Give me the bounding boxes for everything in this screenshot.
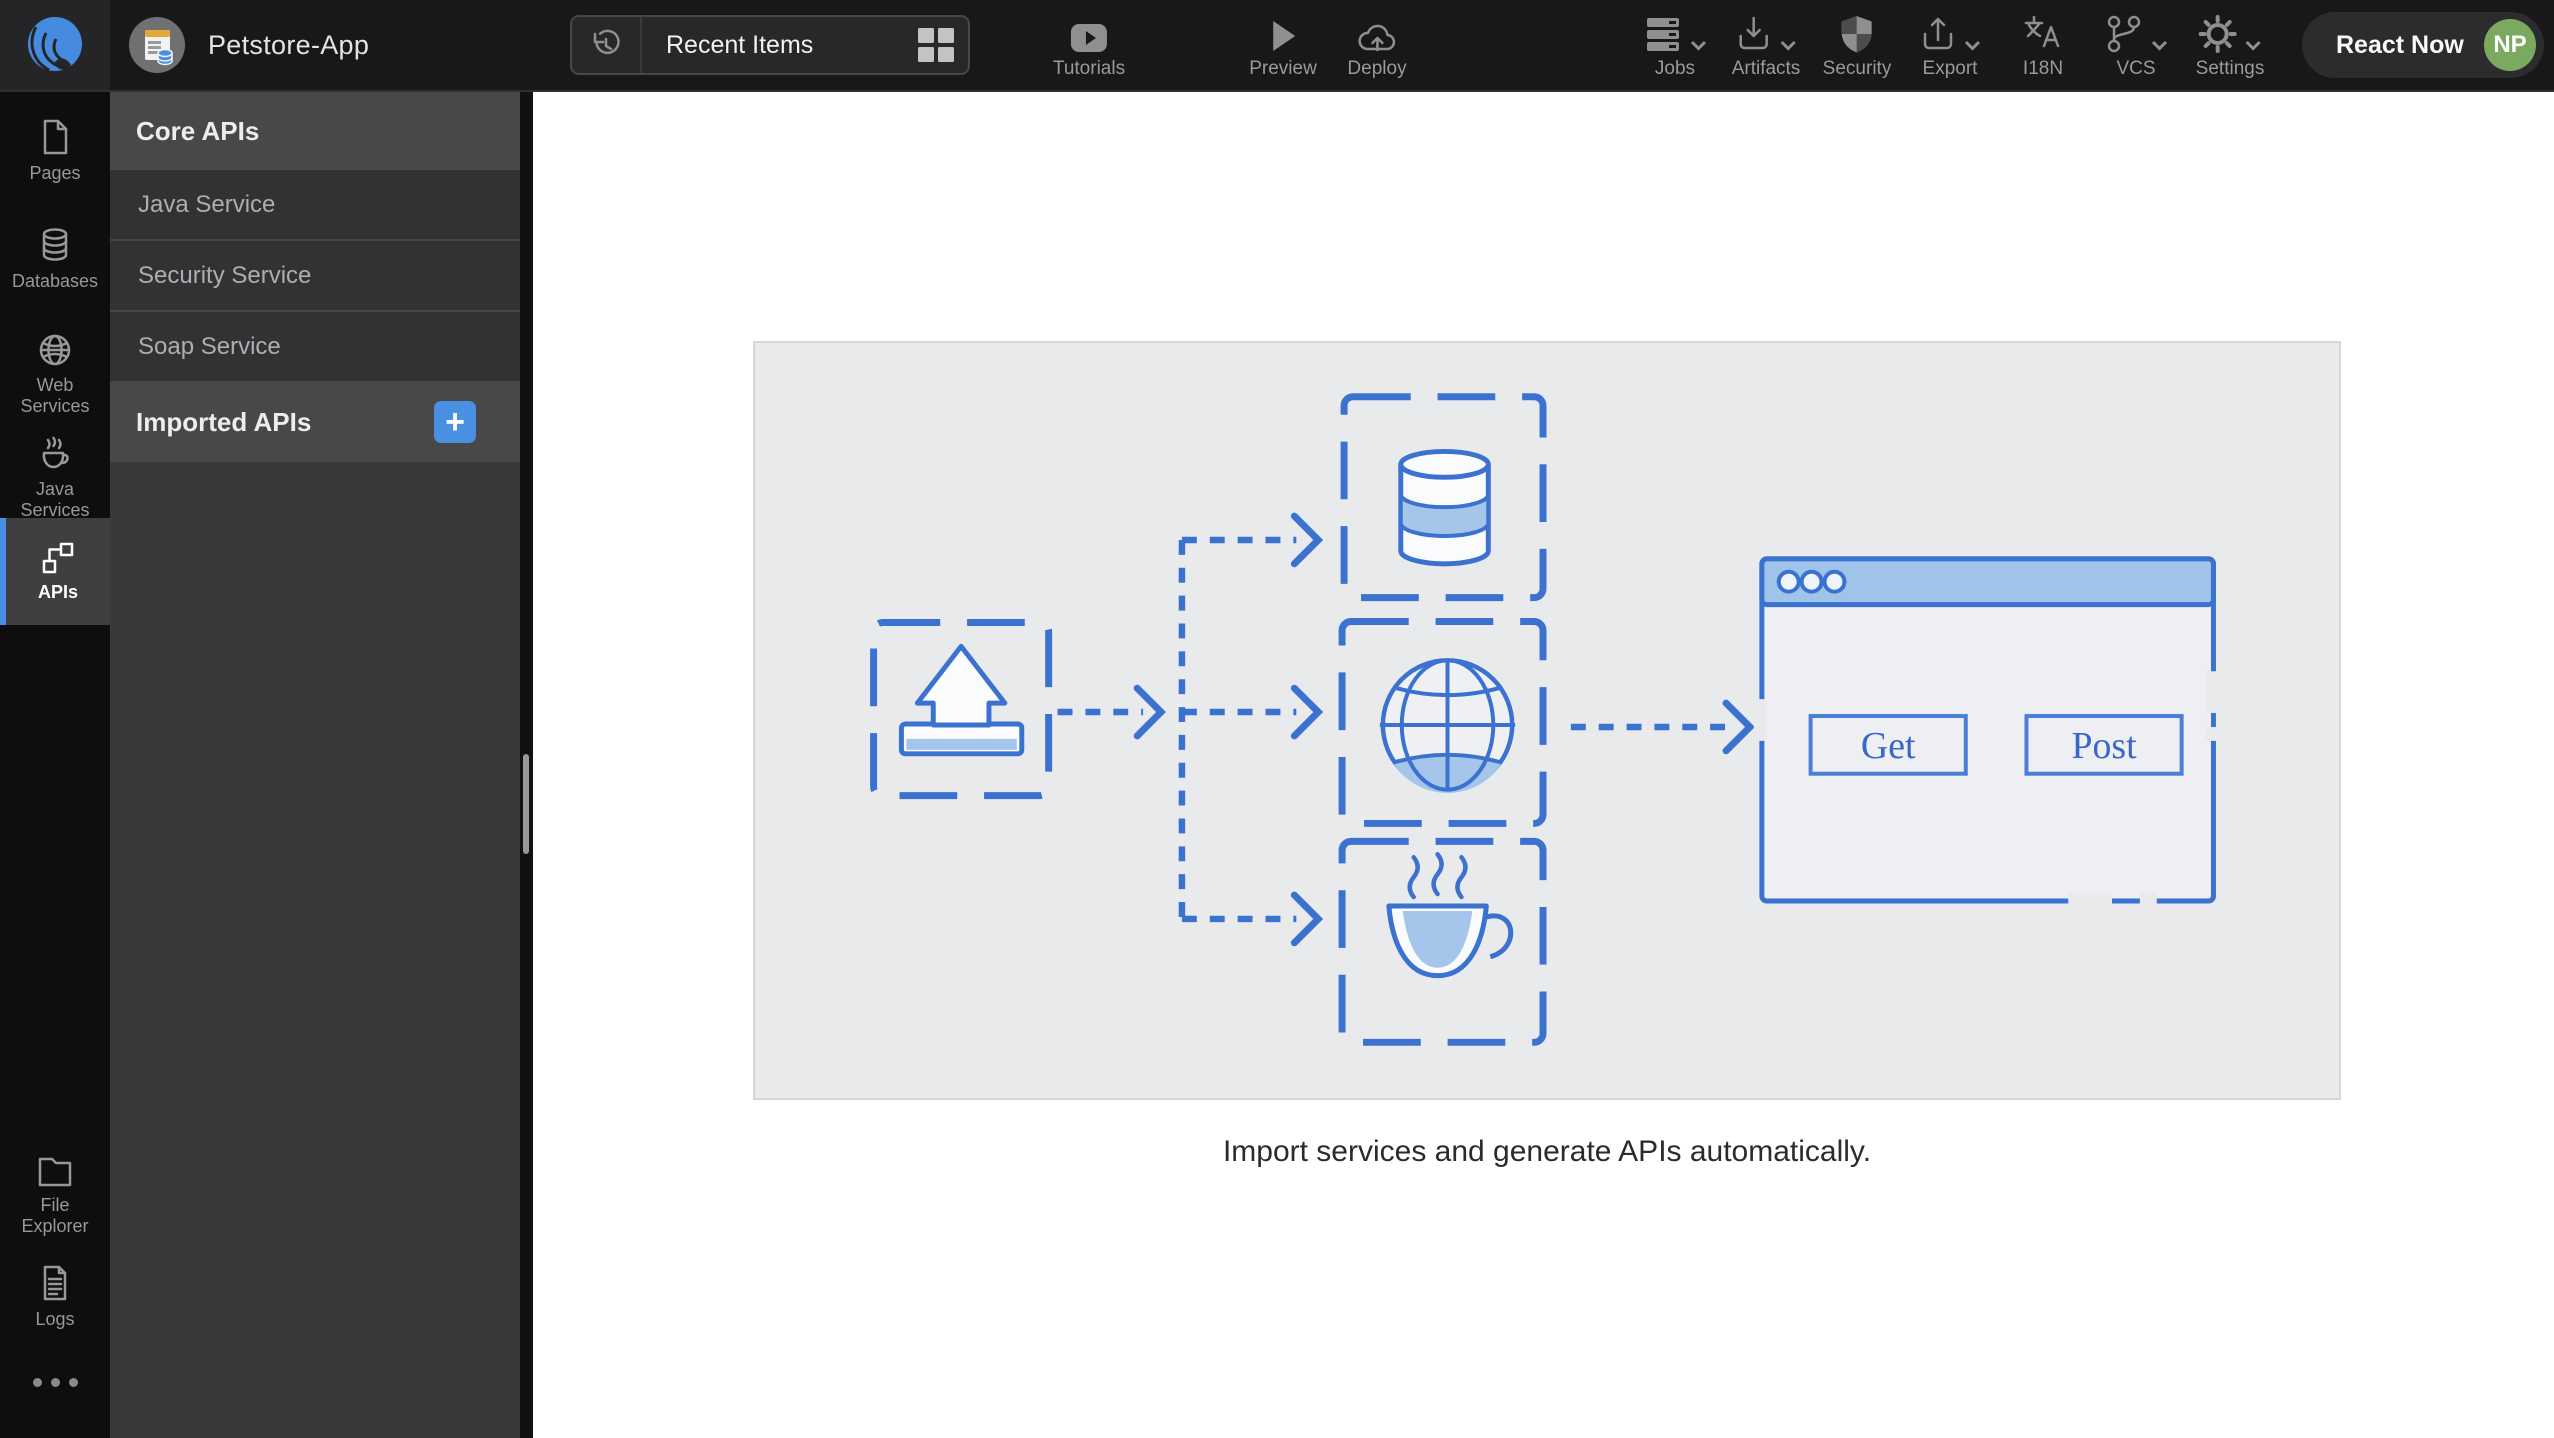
history-icon [572, 17, 642, 73]
add-imported-api-button[interactable]: + [434, 401, 476, 443]
import-services-illustration: Get Post [753, 341, 2341, 1100]
imported-apis-title: Imported APIs [136, 407, 312, 437]
i18n-label: I18N [2022, 58, 2064, 79]
menu-vcs[interactable]: VCS [2104, 0, 2168, 90]
sidebar-item-label: APIs [37, 582, 79, 602]
menu-i18n[interactable]: I18N [2022, 0, 2064, 90]
deploy-label: Deploy [1347, 58, 1407, 79]
java-service-box [1338, 837, 1547, 1046]
main-content: Get Post Import services and generate AP… [533, 92, 2554, 1438]
sidebar-item-label: Databases [11, 271, 99, 291]
core-apis-title: Core APIs [136, 115, 260, 146]
sidebar-item-label: Logs [35, 1309, 75, 1329]
preview-icon [1267, 10, 1299, 54]
recent-items-label: Recent Items [666, 30, 814, 59]
sidebar-item-label: Pages [29, 163, 81, 183]
diagram-caption: Import services and generate APIs automa… [1222, 1135, 1872, 1168]
chevron-down-icon [1964, 40, 1981, 51]
web-service-box [1338, 618, 1547, 827]
vcs-branch-icon [2107, 15, 2141, 53]
react-now-label: React Now [2336, 30, 2464, 59]
user-avatar[interactable]: NP [2484, 19, 2536, 71]
get-label: Get [1861, 725, 1916, 767]
vcs-label: VCS [2116, 58, 2156, 79]
imported-apis-header: Imported APIs + [110, 383, 520, 462]
panel-scrollbar [520, 92, 533, 1438]
panel-item-security-service[interactable]: Security Service [110, 241, 520, 312]
panel-item-java-service[interactable]: Java Service [110, 170, 520, 241]
chevron-down-icon [1780, 40, 1797, 51]
sidebar-item-pages[interactable]: Pages [0, 118, 110, 184]
react-now-button[interactable]: React Now NP [2302, 12, 2544, 78]
deploy-button[interactable]: Deploy [1347, 0, 1407, 90]
export-label: Export [1922, 58, 1978, 79]
artifacts-label: Artifacts [1731, 58, 1801, 79]
sidebar-item-label: Web Services [20, 375, 90, 416]
sidebar-item-apis[interactable]: APIs [0, 518, 110, 625]
jobs-label: Jobs [1654, 58, 1696, 79]
menu-artifacts[interactable]: Artifacts [1731, 0, 1801, 90]
top-bar: Petstore-App Recent Items Tutorials Prev… [0, 0, 2554, 92]
panel-item-label: Java Service [138, 190, 276, 218]
panel-item-soap-service[interactable]: Soap Service [110, 312, 520, 383]
app-chip: Petstore-App [128, 0, 369, 90]
sidebar-item-databases[interactable]: Databases [0, 226, 110, 292]
chevron-down-icon [2245, 40, 2262, 51]
settings-label: Settings [2195, 58, 2265, 79]
sidebar-item-java-services[interactable]: Java Services [0, 436, 110, 521]
preview-label: Preview [1249, 58, 1317, 79]
globe-icon [39, 334, 71, 366]
window-dots [1776, 569, 1847, 594]
apis-icon [42, 542, 74, 574]
panel-item-label: Security Service [138, 261, 312, 289]
menu-jobs[interactable]: Jobs [1643, 0, 1707, 90]
database-icon [42, 228, 68, 261]
artifacts-icon [1739, 16, 1769, 50]
menu-export[interactable]: Export [1919, 0, 1981, 90]
pages-icon [43, 119, 68, 155]
preview-button[interactable]: Preview [1249, 0, 1317, 90]
menu-security[interactable]: Security [1822, 0, 1892, 90]
sidebar-item-label: File Explorer [21, 1195, 89, 1236]
upload-box [870, 619, 1053, 800]
log-file-icon [43, 1265, 67, 1301]
core-apis-header: Core APIs [110, 92, 520, 170]
grid-view-icon[interactable] [918, 28, 954, 62]
wave-logo-icon [28, 17, 82, 72]
chevron-down-icon [1690, 40, 1707, 51]
sidebar-item-web-services[interactable]: Web Services [0, 332, 110, 417]
sidebar-item-label: Java Services [20, 479, 90, 520]
recent-items-dropdown[interactable]: Recent Items [570, 15, 970, 75]
tutorials-button[interactable]: Tutorials [1053, 0, 1125, 90]
security-icon [1841, 16, 1872, 53]
app-title: Petstore-App [208, 29, 370, 60]
apis-panel: Core APIs Java Service Security Service … [110, 92, 520, 1438]
panel-scrollbar-thumb[interactable] [523, 754, 529, 854]
security-label: Security [1822, 58, 1892, 79]
diagram-svg: Get Post [870, 393, 2219, 1046]
folder-icon [38, 1157, 72, 1187]
jobs-icon [1647, 18, 1679, 51]
coffee-cup-icon [42, 436, 69, 469]
chevron-down-icon [2151, 40, 2168, 51]
api-window: Get Post [1753, 556, 2219, 907]
export-icon [1923, 17, 1953, 50]
wavemaker-ide: Petstore-App Recent Items Tutorials Prev… [0, 0, 2554, 1438]
wavemaker-logo[interactable] [0, 0, 110, 90]
more-options-ellipsis[interactable] [0, 1378, 110, 1387]
icon-sidebar: Pages Databases Web Services Java Servic… [0, 92, 110, 1438]
tutorials-icon [1069, 10, 1109, 54]
menu-settings[interactable]: Settings [2195, 0, 2265, 90]
i18n-translate-icon [2024, 15, 2060, 48]
panel-item-label: Soap Service [138, 332, 281, 360]
gear-icon [2199, 15, 2237, 53]
deploy-icon [1355, 10, 1399, 54]
sidebar-item-logs[interactable]: Logs [0, 1264, 110, 1330]
database-box [1340, 393, 1547, 602]
tutorials-label: Tutorials [1052, 58, 1126, 79]
post-label: Post [2071, 725, 2137, 767]
app-icon[interactable] [128, 16, 186, 74]
sidebar-item-file-explorer[interactable]: File Explorer [0, 1154, 110, 1237]
